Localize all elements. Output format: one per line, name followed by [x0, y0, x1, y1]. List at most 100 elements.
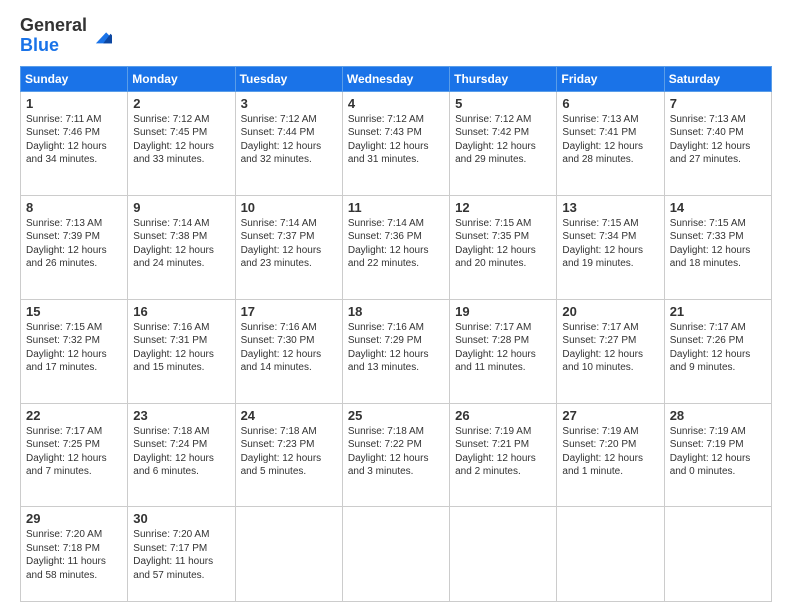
cell-info: Sunrise: 7:14 AMSunset: 7:37 PMDaylight:…: [241, 218, 322, 270]
cell-info: Sunrise: 7:19 AMSunset: 7:21 PMDaylight:…: [455, 426, 536, 478]
calendar-header-row: SundayMondayTuesdayWednesdayThursdayFrid…: [21, 66, 772, 91]
cell-day-number: 8: [26, 200, 122, 215]
logo-blue: Blue: [20, 35, 59, 55]
calendar-cell-10: 10 Sunrise: 7:14 AMSunset: 7:37 PMDayligh…: [235, 195, 342, 299]
calendar-cell-21: 21Sunrise: 7:17 AMSunset: 7:26 PMDayligh…: [664, 299, 771, 403]
cell-info: Sunrise: 7:13 AMSunset: 7:41 PMDaylight:…: [562, 114, 643, 166]
calendar-cell-2: 2Sunrise: 7:12 AMSunset: 7:45 PMDaylight…: [128, 91, 235, 195]
calendar-cell-empty: [450, 507, 557, 602]
logo: General Blue: [20, 16, 112, 56]
calendar-cell-empty: [664, 507, 771, 602]
cell-info: Sunrise: 7:14 AMSunset: 7:36 PMDaylight:…: [348, 218, 429, 270]
cell-info: Sunrise: 7:12 AMSunset: 7:42 PMDaylight:…: [455, 114, 536, 166]
cell-day-number: 12: [455, 200, 551, 215]
day-header-sunday: Sunday: [21, 66, 128, 91]
cell-day-number: 29: [26, 511, 122, 526]
logo-icon: [90, 25, 112, 47]
calendar-cell-23: 23 Sunrise: 7:18 AMSunset: 7:24 PMDayligh…: [128, 403, 235, 507]
day-header-wednesday: Wednesday: [342, 66, 449, 91]
calendar-cell-13: 13 Sunrise: 7:15 AMSunset: 7:34 PMDayligh…: [557, 195, 664, 299]
calendar-cell-3: 3Sunrise: 7:12 AMSunset: 7:44 PMDaylight…: [235, 91, 342, 195]
cell-day-number: 16: [133, 304, 229, 319]
calendar-cell-20: 20 Sunrise: 7:17 AMSunset: 7:27 PMDayligh…: [557, 299, 664, 403]
cell-info: Sunrise: 7:16 AMSunset: 7:29 PMDaylight:…: [348, 322, 429, 374]
cell-info: Sunrise: 7:20 AMSunset: 7:18 PMDaylight:…: [26, 529, 106, 581]
page: General Blue SundayMondayTuesdayWednesda…: [0, 0, 792, 612]
cell-info: Sunrise: 7:15 AMSunset: 7:33 PMDaylight:…: [670, 218, 751, 270]
cell-day-number: 22: [26, 408, 122, 423]
cell-day-number: 10: [241, 200, 337, 215]
cell-day-number: 26: [455, 408, 551, 423]
cell-day-number: 18: [348, 304, 444, 319]
calendar-cell-empty: [557, 507, 664, 602]
cell-day-number: 23: [133, 408, 229, 423]
cell-info: Sunrise: 7:20 AMSunset: 7:17 PMDaylight:…: [133, 529, 213, 581]
calendar-cell-26: 26 Sunrise: 7:19 AMSunset: 7:21 PMDayligh…: [450, 403, 557, 507]
cell-info: Sunrise: 7:16 AMSunset: 7:31 PMDaylight:…: [133, 322, 214, 374]
day-header-thursday: Thursday: [450, 66, 557, 91]
day-header-friday: Friday: [557, 66, 664, 91]
cell-day-number: 2: [133, 96, 229, 111]
calendar-week-2: 8 Sunrise: 7:13 AMSunset: 7:39 PMDaylight…: [21, 195, 772, 299]
calendar-cell-5: 5Sunrise: 7:12 AMSunset: 7:42 PMDaylight…: [450, 91, 557, 195]
cell-info: Sunrise: 7:15 AMSunset: 7:35 PMDaylight:…: [455, 218, 536, 270]
cell-day-number: 7: [670, 96, 766, 111]
calendar-cell-4: 4 Sunrise: 7:12 AMSunset: 7:43 PMDaylight…: [342, 91, 449, 195]
cell-day-number: 15: [26, 304, 122, 319]
calendar-cell-22: 22 Sunrise: 7:17 AMSunset: 7:25 PMDayligh…: [21, 403, 128, 507]
calendar-cell-11: 11Sunrise: 7:14 AMSunset: 7:36 PMDayligh…: [342, 195, 449, 299]
cell-day-number: 9: [133, 200, 229, 215]
calendar-cell-14: 14 Sunrise: 7:15 AMSunset: 7:33 PMDayligh…: [664, 195, 771, 299]
cell-day-number: 14: [670, 200, 766, 215]
cell-info: Sunrise: 7:15 AMSunset: 7:34 PMDaylight:…: [562, 218, 643, 270]
day-header-saturday: Saturday: [664, 66, 771, 91]
cell-day-number: 1: [26, 96, 122, 111]
cell-day-number: 24: [241, 408, 337, 423]
cell-day-number: 6: [562, 96, 658, 111]
day-header-tuesday: Tuesday: [235, 66, 342, 91]
calendar-cell-9: 9 Sunrise: 7:14 AMSunset: 7:38 PMDaylight…: [128, 195, 235, 299]
cell-info: Sunrise: 7:16 AMSunset: 7:30 PMDaylight:…: [241, 322, 322, 374]
cell-day-number: 20: [562, 304, 658, 319]
calendar-cell-empty: [235, 507, 342, 602]
logo-text: General Blue: [20, 16, 87, 56]
calendar-cell-8: 8 Sunrise: 7:13 AMSunset: 7:39 PMDaylight…: [21, 195, 128, 299]
cell-info: Sunrise: 7:12 AMSunset: 7:43 PMDaylight:…: [348, 114, 429, 166]
cell-info: Sunrise: 7:18 AMSunset: 7:23 PMDaylight:…: [241, 426, 322, 478]
cell-info: Sunrise: 7:13 AMSunset: 7:40 PMDaylight:…: [670, 114, 751, 166]
calendar-cell-24: 24 Sunrise: 7:18 AMSunset: 7:23 PMDayligh…: [235, 403, 342, 507]
cell-day-number: 25: [348, 408, 444, 423]
calendar-cell-30: 30Sunrise: 7:20 AMSunset: 7:17 PMDayligh…: [128, 507, 235, 602]
day-header-monday: Monday: [128, 66, 235, 91]
cell-info: Sunrise: 7:13 AMSunset: 7:39 PMDaylight:…: [26, 218, 107, 270]
cell-info: Sunrise: 7:17 AMSunset: 7:26 PMDaylight:…: [670, 322, 751, 374]
calendar-week-3: 15Sunrise: 7:15 AMSunset: 7:32 PMDayligh…: [21, 299, 772, 403]
cell-day-number: 27: [562, 408, 658, 423]
cell-day-number: 17: [241, 304, 337, 319]
calendar-cell-empty: [342, 507, 449, 602]
calendar-cell-15: 15Sunrise: 7:15 AMSunset: 7:32 PMDayligh…: [21, 299, 128, 403]
calendar-table: SundayMondayTuesdayWednesdayThursdayFrid…: [20, 66, 772, 602]
header: General Blue: [20, 16, 772, 56]
cell-info: Sunrise: 7:17 AMSunset: 7:25 PMDaylight:…: [26, 426, 107, 478]
cell-info: Sunrise: 7:17 AMSunset: 7:28 PMDaylight:…: [455, 322, 536, 374]
calendar-cell-7: 7 Sunrise: 7:13 AMSunset: 7:40 PMDaylight…: [664, 91, 771, 195]
cell-info: Sunrise: 7:17 AMSunset: 7:27 PMDaylight:…: [562, 322, 643, 374]
cell-day-number: 13: [562, 200, 658, 215]
calendar-week-1: 1 Sunrise: 7:11 AMSunset: 7:46 PMDaylight…: [21, 91, 772, 195]
cell-info: Sunrise: 7:18 AMSunset: 7:22 PMDaylight:…: [348, 426, 429, 478]
calendar-cell-19: 19 Sunrise: 7:17 AMSunset: 7:28 PMDayligh…: [450, 299, 557, 403]
cell-info: Sunrise: 7:19 AMSunset: 7:20 PMDaylight:…: [562, 426, 643, 478]
cell-info: Sunrise: 7:11 AMSunset: 7:46 PMDaylight:…: [26, 114, 107, 166]
calendar-cell-25: 25 Sunrise: 7:18 AMSunset: 7:22 PMDayligh…: [342, 403, 449, 507]
cell-day-number: 4: [348, 96, 444, 111]
cell-info: Sunrise: 7:14 AMSunset: 7:38 PMDaylight:…: [133, 218, 214, 270]
calendar-cell-18: 18 Sunrise: 7:16 AMSunset: 7:29 PMDayligh…: [342, 299, 449, 403]
calendar-cell-12: 12 Sunrise: 7:15 AMSunset: 7:35 PMDayligh…: [450, 195, 557, 299]
calendar-cell-29: 29 Sunrise: 7:20 AMSunset: 7:18 PMDayligh…: [21, 507, 128, 602]
calendar-week-5: 29 Sunrise: 7:20 AMSunset: 7:18 PMDayligh…: [21, 507, 772, 602]
cell-info: Sunrise: 7:19 AMSunset: 7:19 PMDaylight:…: [670, 426, 751, 478]
calendar-cell-17: 17 Sunrise: 7:16 AMSunset: 7:30 PMDayligh…: [235, 299, 342, 403]
cell-info: Sunrise: 7:18 AMSunset: 7:24 PMDaylight:…: [133, 426, 214, 478]
cell-day-number: 19: [455, 304, 551, 319]
